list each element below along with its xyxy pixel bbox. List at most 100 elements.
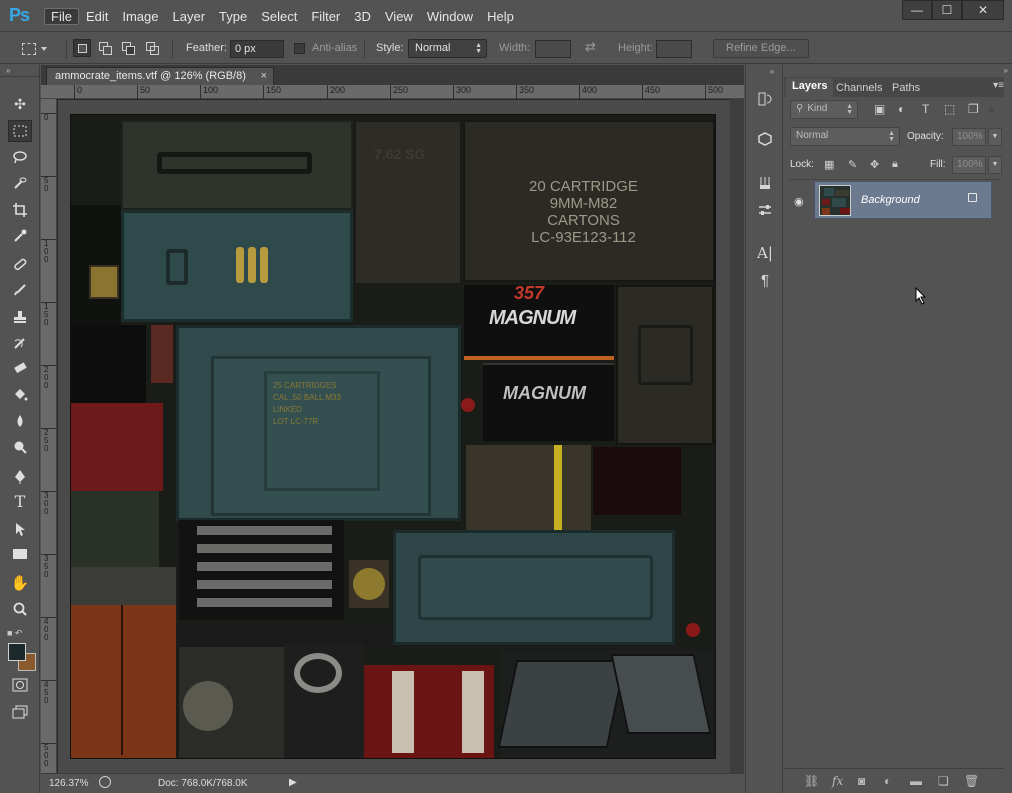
horizontal-ruler[interactable]: 0 50 100 150 200 250 300 350 400 450 500 xyxy=(41,85,744,99)
opacity-label: Opacity: xyxy=(907,131,944,142)
adjustment-filter-icon[interactable]: ◐ xyxy=(898,102,905,116)
menu-file[interactable]: File xyxy=(44,8,79,25)
height-input[interactable] xyxy=(656,40,692,58)
delete-layer-icon[interactable]: 🗑︎ xyxy=(964,774,979,788)
link-layers-icon[interactable]: ⛓ xyxy=(804,774,819,788)
history-panel-icon[interactable] xyxy=(754,91,776,111)
healing-brush-tool-icon[interactable] xyxy=(8,253,32,275)
blend-mode-select[interactable]: Normal ▲ ▼ xyxy=(790,127,900,146)
menu-view[interactable]: View xyxy=(378,8,420,25)
document-tab[interactable]: ammocrate_items.vtf @ 126% (RGB/8) × xyxy=(46,67,274,85)
history-brush-tool-icon[interactable] xyxy=(8,332,32,354)
shape-filter-icon[interactable]: ⬚ xyxy=(944,102,955,116)
default-colors-icon[interactable]: ■ ↶ xyxy=(7,628,22,639)
layer-mask-icon[interactable]: ◙ xyxy=(858,774,865,788)
adjustment-layer-icon[interactable]: ◐ xyxy=(884,774,891,788)
intersect-selection-mode-button[interactable] xyxy=(143,39,161,57)
zoom-tool-icon[interactable] xyxy=(8,598,32,620)
menu-window[interactable]: Window xyxy=(420,8,480,25)
clone-stamp-tool-icon[interactable] xyxy=(8,306,32,328)
foreground-color-swatch[interactable] xyxy=(8,643,26,661)
tab-layers[interactable]: Layers xyxy=(786,78,834,97)
vertical-ruler[interactable]: 0 5 0 1 0 0 1 5 0 2 0 0 2 5 0 3 0 0 3 5 … xyxy=(41,99,57,773)
lock-position-icon[interactable]: ✥ xyxy=(870,158,879,171)
opacity-dropdown-icon[interactable]: ▼ xyxy=(988,128,1002,146)
eye-icon[interactable]: ◉ xyxy=(794,195,804,208)
adjustments-icon[interactable] xyxy=(754,202,776,222)
pen-tool-icon[interactable] xyxy=(8,465,32,487)
screen-mode-icon[interactable] xyxy=(8,702,32,724)
crop-tool-icon[interactable] xyxy=(8,199,32,221)
vertical-scrollbar[interactable] xyxy=(730,99,744,773)
properties-3d-icon[interactable] xyxy=(754,131,776,151)
menu-type[interactable]: Type xyxy=(212,8,254,25)
document-canvas[interactable]: 7.62 SG 20 CARTRIDGE 9MM-M82 CARTONS LC-… xyxy=(70,114,716,759)
minimize-button[interactable]: — xyxy=(902,0,932,20)
fill-input[interactable]: 100% xyxy=(952,156,986,174)
menu-layer[interactable]: Layer xyxy=(166,8,213,25)
dodge-tool-icon[interactable] xyxy=(8,436,32,458)
quick-selection-tool-icon[interactable] xyxy=(8,173,32,195)
lock-image-icon[interactable]: ✎ xyxy=(848,158,857,171)
zoom-level[interactable]: 126.37% xyxy=(49,778,88,789)
brush-tool-icon[interactable] xyxy=(8,279,32,301)
maximize-button[interactable]: ☐ xyxy=(932,0,962,20)
smart-object-filter-icon[interactable]: ❐ xyxy=(968,102,979,116)
tool-preset-picker[interactable] xyxy=(22,39,56,59)
blur-tool-icon[interactable] xyxy=(8,410,32,432)
tab-channels[interactable]: Channels xyxy=(830,80,888,96)
quick-mask-icon[interactable] xyxy=(8,675,32,697)
opacity-input[interactable]: 100% xyxy=(952,128,986,146)
lasso-tool-icon[interactable] xyxy=(8,147,32,169)
path-selection-tool-icon[interactable] xyxy=(8,518,32,540)
eraser-tool-icon[interactable] xyxy=(8,357,32,379)
filter-toggle-icon[interactable]: ● xyxy=(988,102,995,116)
menu-help[interactable]: Help xyxy=(480,8,521,25)
layer-filter-select[interactable]: ⚲ Kind ▲ ▼ xyxy=(790,100,858,119)
menu-3d[interactable]: 3D xyxy=(347,8,378,25)
type-tool-icon[interactable]: T xyxy=(8,491,32,513)
close-tab-icon[interactable]: × xyxy=(261,70,267,82)
panel-collapse-icon[interactable]: » xyxy=(0,65,39,77)
tab-paths[interactable]: Paths xyxy=(886,80,926,96)
swap-dimensions-icon[interactable]: ⇄ xyxy=(585,39,596,55)
subtract-from-selection-mode-button[interactable] xyxy=(119,39,137,57)
feather-input[interactable]: 0 px xyxy=(230,40,284,58)
status-menu-arrow-icon[interactable]: ▶ xyxy=(289,777,297,788)
panel-menu-icon[interactable]: ▾≡ xyxy=(993,80,1004,91)
character-panel-icon[interactable]: A| xyxy=(754,243,776,263)
fill-dropdown-icon[interactable]: ▼ xyxy=(988,156,1002,174)
width-input[interactable] xyxy=(535,40,571,58)
dock-collapse-icon[interactable]: « xyxy=(770,67,774,76)
style-select[interactable]: Normal ▲ ▼ xyxy=(408,39,487,58)
rectangle-tool-icon[interactable] xyxy=(8,544,32,566)
lock-transparent-icon[interactable]: ▦ xyxy=(824,158,834,171)
cartridge-box-tile: 20 CARTRIDGE 9MM-M82 CARTONS LC-93E123-1… xyxy=(463,120,715,282)
paragraph-panel-icon[interactable]: ¶ xyxy=(754,271,776,291)
menu-image[interactable]: Image xyxy=(115,8,165,25)
new-group-icon[interactable]: ▬ xyxy=(910,774,922,788)
hand-tool-icon[interactable]: ✋ xyxy=(8,573,32,595)
pixel-filter-icon[interactable]: ▣ xyxy=(874,102,885,116)
new-layer-icon[interactable]: ❏ xyxy=(938,774,949,788)
menu-edit[interactable]: Edit xyxy=(79,8,115,25)
close-window-button[interactable]: ✕ xyxy=(962,0,1004,20)
eyedropper-tool-icon[interactable] xyxy=(8,225,32,247)
menu-select[interactable]: Select xyxy=(254,8,304,25)
layer-row-background[interactable]: Background xyxy=(814,181,992,219)
new-selection-mode-button[interactable] xyxy=(73,39,91,57)
refine-edge-button[interactable]: Refine Edge... xyxy=(713,39,809,58)
brush-presets-icon[interactable] xyxy=(754,175,776,195)
share-icon[interactable] xyxy=(99,776,111,788)
type-filter-icon[interactable]: T xyxy=(922,102,929,116)
antialias-checkbox[interactable] xyxy=(294,43,305,54)
lock-all-icon[interactable]: 🔒︎ xyxy=(892,158,898,171)
latch xyxy=(166,249,188,285)
menu-filter[interactable]: Filter xyxy=(304,8,347,25)
rectangular-marquee-tool-icon[interactable] xyxy=(8,120,32,142)
paint-bucket-tool-icon[interactable] xyxy=(8,383,32,405)
move-tool-icon[interactable]: ✣ xyxy=(8,93,32,115)
panel-expand-icon[interactable]: » xyxy=(784,65,1012,77)
layer-style-icon[interactable]: fx xyxy=(832,774,843,788)
add-to-selection-mode-button[interactable] xyxy=(96,39,114,57)
